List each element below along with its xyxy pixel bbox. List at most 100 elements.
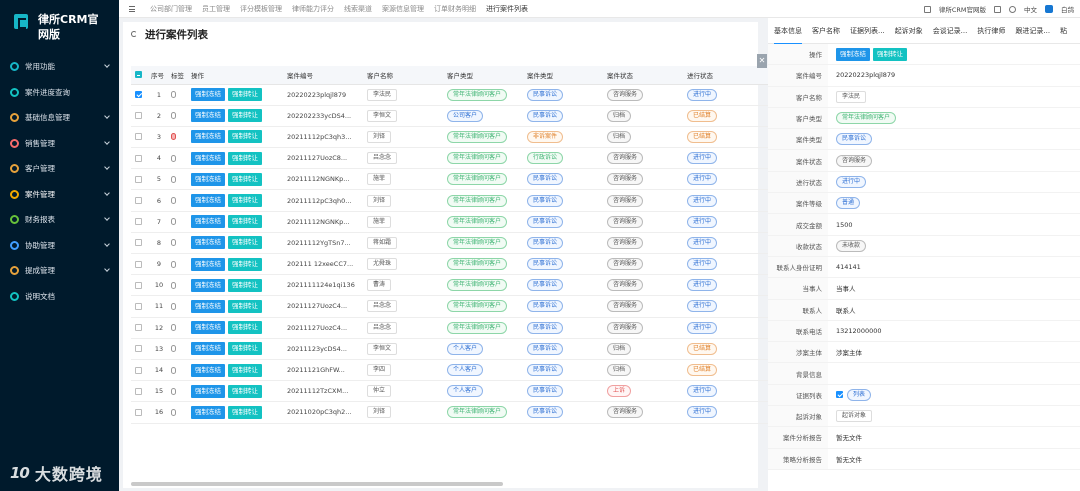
client-name[interactable]: 刘铎: [367, 194, 392, 207]
force-freeze-button[interactable]: 强制冻结: [191, 405, 225, 419]
row-checkbox[interactable]: [135, 387, 142, 395]
force-freeze-button[interactable]: 强制冻结: [191, 299, 225, 313]
paperclip-icon[interactable]: [171, 112, 176, 120]
row-checkbox[interactable]: [135, 260, 142, 268]
fullscreen-icon[interactable]: [994, 5, 1001, 13]
table-row[interactable]: 8 强制冻结 强制转让 20211112YgTSn7... 蒋如霜 常年法律顾问客户 民事诉…: [131, 232, 781, 255]
force-transfer-button[interactable]: 强制转让: [228, 130, 262, 144]
row-checkbox-cell[interactable]: [131, 295, 147, 318]
row-checkbox-cell[interactable]: [131, 105, 147, 127]
row-checkbox[interactable]: [135, 281, 142, 289]
row-checkbox[interactable]: [135, 239, 142, 247]
row-checkbox[interactable]: [135, 91, 142, 99]
row-checkbox-cell[interactable]: [131, 84, 147, 106]
paperclip-icon[interactable]: [171, 345, 176, 353]
row-checkbox[interactable]: [135, 302, 142, 310]
row-checkbox[interactable]: [135, 133, 142, 141]
tab-4[interactable]: 线索渠道: [339, 4, 377, 14]
sidebar-item-8[interactable]: 提成管理: [0, 258, 119, 284]
client-name[interactable]: 吕念念: [367, 152, 398, 165]
row-checkbox-cell[interactable]: [131, 317, 147, 339]
force-transfer-button[interactable]: 强制转让: [228, 321, 262, 335]
client-name[interactable]: 尤舜珠: [367, 258, 398, 271]
table-row[interactable]: 13 强制冻结 强制转让 20211123ycDS4... 李恒文 个人客户 民事诉讼 归档已…: [131, 338, 781, 360]
row-checkbox[interactable]: [135, 218, 142, 226]
force-transfer-button[interactable]: 强制转让: [228, 257, 262, 271]
sidebar-item-0[interactable]: 常用功能: [0, 54, 119, 80]
language-label[interactable]: 中文: [1024, 4, 1037, 14]
horizontal-scrollbar[interactable]: [131, 482, 503, 486]
row-checkbox-cell[interactable]: [131, 168, 147, 191]
sidebar-item-1[interactable]: 案件进度查询: [0, 80, 119, 106]
refresh-icon[interactable]: [131, 31, 137, 37]
table-row[interactable]: 1 强制冻结 强制转让 20220223plqjl879 李法民 常年法律顾问客户 民事诉讼…: [131, 84, 781, 106]
paperclip-icon[interactable]: [171, 408, 176, 416]
paperclip-icon[interactable]: [171, 154, 176, 162]
client-name[interactable]: 施菲: [367, 215, 392, 228]
paperclip-icon[interactable]: [171, 175, 176, 183]
client-name[interactable]: 施菲: [367, 173, 392, 186]
row-checkbox[interactable]: [135, 112, 142, 120]
client-name[interactable]: 刘铎: [367, 130, 392, 143]
force-transfer-button[interactable]: 强制转让: [228, 88, 262, 102]
sidebar-item-3[interactable]: 销售管理: [0, 131, 119, 157]
force-freeze-button[interactable]: 强制冻结: [191, 215, 225, 229]
row-checkbox-cell[interactable]: [131, 147, 147, 170]
table-row[interactable]: 12 强制冻结 强制转让 20211127UozC4... 吕念念 常年法律顾问客户 民事诉…: [131, 317, 781, 339]
detail-tab-7[interactable]: 粘: [1060, 18, 1067, 44]
force-freeze-button[interactable]: 强制冻结: [191, 384, 225, 398]
force-freeze-button[interactable]: 强制冻结: [191, 151, 225, 165]
force-transfer-button[interactable]: 强制转让: [228, 151, 262, 165]
client-name[interactable]: 李法民: [367, 88, 398, 101]
force-freeze-button[interactable]: 强制冻结: [191, 321, 225, 335]
row-checkbox[interactable]: [135, 324, 142, 332]
row-checkbox[interactable]: [135, 408, 142, 416]
force-freeze-button[interactable]: 强制冻结: [191, 342, 225, 356]
sidebar-item-7[interactable]: 协助管理: [0, 233, 119, 259]
detail-tab-2[interactable]: 证据列表...: [850, 18, 885, 44]
row-checkbox-cell[interactable]: [131, 253, 147, 276]
row-checkbox-cell[interactable]: [131, 338, 147, 360]
sidebar-item-2[interactable]: 基础信息管理: [0, 105, 119, 131]
user-name[interactable]: 白鸽: [1061, 4, 1074, 14]
detail-tab-3[interactable]: 起诉对象: [895, 18, 923, 44]
detail-person-tag[interactable]: 起诉对象: [836, 410, 873, 423]
force-freeze-button[interactable]: 强制冻结: [191, 257, 225, 271]
sidebar-item-9[interactable]: 说明文档: [0, 284, 119, 310]
table-row[interactable]: 11 强制冻结 强制转让 20211127UozC4... 吕念念 常年法律顾问客户 民事诉…: [131, 295, 781, 318]
force-transfer-button[interactable]: 强制转让: [228, 215, 262, 229]
detail-tab-1[interactable]: 客户名称: [812, 18, 840, 44]
client-name[interactable]: 曹涛: [367, 279, 392, 292]
table-row[interactable]: 9 强制冻结 强制转让 202111 12xeeCC7... 尤舜珠 常年法律顾问客户 民事…: [131, 253, 781, 276]
tab-0[interactable]: 公司部门管理: [145, 4, 197, 14]
menu-toggle-icon[interactable]: [129, 5, 135, 12]
client-name[interactable]: 吕念念: [367, 321, 398, 334]
row-checkbox-cell[interactable]: [131, 401, 147, 424]
force-transfer-button[interactable]: 强制转让: [228, 342, 262, 356]
client-name[interactable]: 李恒文: [367, 342, 398, 355]
row-checkbox[interactable]: [135, 154, 142, 162]
sidebar-item-5[interactable]: 案件管理: [0, 182, 119, 208]
sidebar-item-4[interactable]: 客户管理: [0, 156, 119, 182]
force-freeze-button[interactable]: 强制冻结: [191, 109, 225, 123]
user-avatar[interactable]: [1045, 5, 1053, 13]
row-checkbox-cell[interactable]: [131, 380, 147, 403]
tab-7[interactable]: 进行案件列表: [481, 4, 533, 14]
row-checkbox-cell[interactable]: [131, 274, 147, 297]
force-freeze-button[interactable]: 强制冻结: [191, 236, 225, 250]
language-icon[interactable]: [1009, 5, 1016, 13]
row-checkbox[interactable]: [135, 366, 142, 374]
row-checkbox[interactable]: [135, 345, 142, 353]
force-freeze-button[interactable]: 强制冻结: [191, 278, 225, 292]
force-freeze-button[interactable]: 强制冻结: [191, 194, 225, 208]
notice-icon[interactable]: [923, 5, 931, 13]
force-transfer-button[interactable]: 强制转让: [228, 363, 262, 377]
force-freeze-button[interactable]: 强制冻结: [191, 88, 225, 102]
tab-5[interactable]: 案源信息管理: [377, 4, 429, 14]
paperclip-icon[interactable]: [171, 260, 176, 268]
tab-2[interactable]: 评分模板管理: [235, 4, 287, 14]
tab-1[interactable]: 员工管理: [197, 4, 235, 14]
paperclip-icon[interactable]: [171, 302, 176, 310]
force-transfer-button[interactable]: 强制转让: [228, 172, 262, 186]
table-row[interactable]: 16 强制冻结 强制转让 20211020pC3qh2... 刘铎 常年法律顾问客户 民事诉…: [131, 401, 781, 424]
